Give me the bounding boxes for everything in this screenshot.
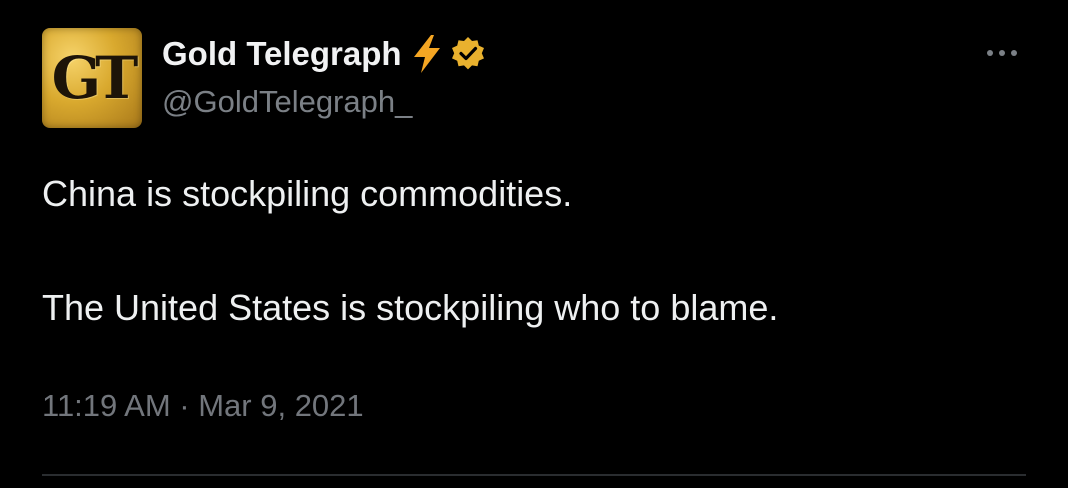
tweet-text-line: The United States is stockpiling who to … xyxy=(42,287,779,328)
author-header: Gold Telegraph @GoldTelegraph_ xyxy=(162,32,486,120)
tweet-text-line: China is stockpiling commodities. xyxy=(42,173,573,214)
verified-badge-icon[interactable] xyxy=(450,36,486,72)
tweet-card: GT Gold Telegraph @GoldTelegraph_ China … xyxy=(0,0,1068,488)
author-handle[interactable]: @GoldTelegraph_ xyxy=(162,84,486,120)
more-options-icon xyxy=(987,50,993,56)
avatar-monogram: GT xyxy=(51,44,139,112)
author-name-row: Gold Telegraph xyxy=(162,32,486,76)
lightning-bolt-icon xyxy=(413,35,440,73)
tweet-timestamp[interactable]: 11:19 AM · Mar 9, 2021 xyxy=(42,388,364,424)
more-options-button[interactable] xyxy=(980,40,1024,66)
author-avatar[interactable]: GT xyxy=(42,28,142,128)
tweet-text: China is stockpiling commodities. The Un… xyxy=(42,170,1042,332)
author-name[interactable]: Gold Telegraph xyxy=(162,35,402,73)
divider xyxy=(42,474,1026,476)
more-options-icon xyxy=(999,50,1005,56)
more-options-icon xyxy=(1011,50,1017,56)
